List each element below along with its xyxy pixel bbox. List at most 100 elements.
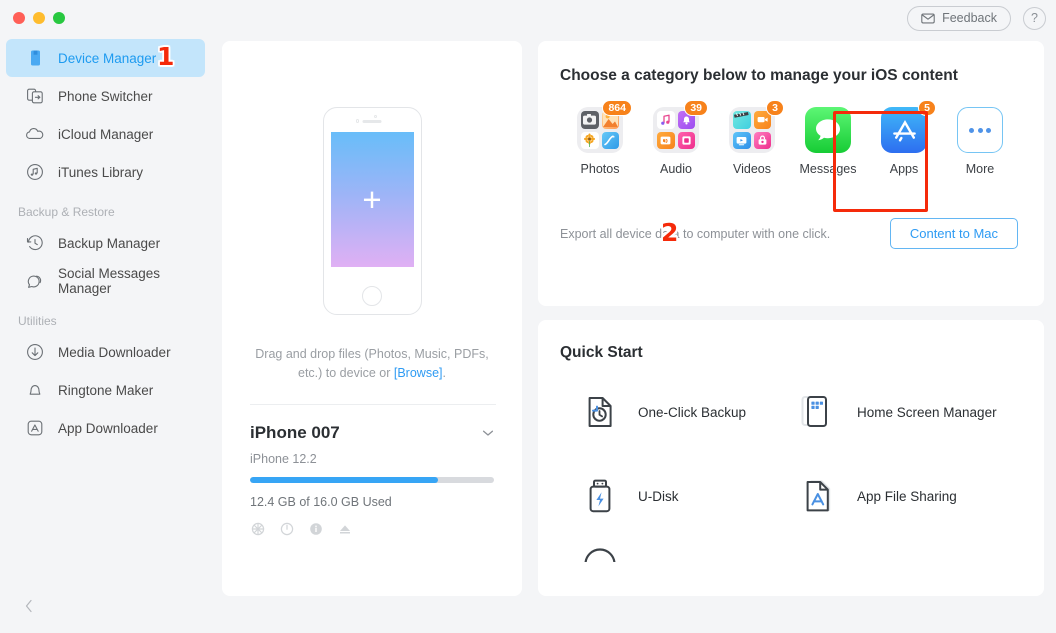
quick-start-one-click-backup[interactable]: One-Click Backup <box>580 392 799 432</box>
eject-icon[interactable] <box>337 522 352 537</box>
category-photos[interactable]: 864 Photos <box>562 100 638 176</box>
sidebar-item-icloud-manager[interactable]: iCloud Manager <box>6 115 205 153</box>
more-dots <box>957 107 1003 153</box>
category-label: Messages <box>799 162 857 176</box>
main-area: Feedback ? + Drag and drop files (Photos… <box>211 0 1056 633</box>
close-button[interactable] <box>13 12 25 24</box>
content-to-mac-button[interactable]: Content to Mac <box>889 218 1018 249</box>
home-button-icon <box>362 286 382 306</box>
quick-start-label: Home Screen Manager <box>857 404 997 420</box>
download-circle-icon <box>24 341 46 363</box>
music-note-tile <box>657 111 675 129</box>
sidebar-group-backup-restore: Backup & Restore <box>18 205 115 219</box>
zoom-button[interactable] <box>53 12 65 24</box>
refresh-icon[interactable] <box>250 522 265 537</box>
export-description: Export all device data to computer with … <box>560 226 831 241</box>
videos-badge: 3 <box>766 100 784 116</box>
sidebar-collapse-button[interactable] <box>24 598 34 619</box>
device-icon <box>24 47 46 69</box>
sidebar-item-label: Social Messages Manager <box>58 266 161 296</box>
power-icon[interactable] <box>279 522 294 537</box>
bell-icon <box>24 379 46 401</box>
phone-illustration[interactable]: + <box>222 41 522 315</box>
browse-link[interactable]: [Browse] <box>394 366 443 380</box>
storage-bar-fill <box>250 476 438 483</box>
category-label: Videos <box>733 162 771 176</box>
category-videos[interactable]: 3 Videos <box>714 100 790 176</box>
sidebar-item-label: Backup Manager <box>58 235 161 251</box>
category-messages[interactable]: Messages <box>790 107 866 176</box>
sidebar-item-label: Media Downloader <box>58 344 171 360</box>
audio-folder-icon: 39 <box>653 100 708 153</box>
info-icon[interactable] <box>308 522 323 537</box>
category-audio[interactable]: 39 Audio <box>638 100 714 176</box>
quick-start-section: Quick Start One-Click Backup Home Screen… <box>538 320 1044 596</box>
messages-bubble <box>805 107 851 153</box>
feedback-button[interactable]: Feedback <box>907 5 1011 31</box>
quick-start-home-screen-manager[interactable]: Home Screen Manager <box>799 392 1018 432</box>
app-store-square-icon <box>24 417 46 439</box>
sidebar-item-device-manager[interactable]: Device Manager <box>6 39 205 77</box>
category-label: More <box>965 162 995 176</box>
sidebar-item-backup-manager[interactable]: Backup Manager <box>6 224 205 262</box>
sidebar-item-phone-switcher[interactable]: Phone Switcher <box>6 77 205 115</box>
help-button[interactable]: ? <box>1023 6 1046 30</box>
photos-badge: 864 <box>602 100 632 116</box>
device-info: iPhone 007 iPhone 12.2 12.4 GB of 16.0 G… <box>222 405 522 537</box>
category-section-title: Choose a category below to manage your i… <box>560 67 958 84</box>
sidebar-item-app-downloader[interactable]: App Downloader <box>6 409 205 447</box>
device-action-icons <box>250 522 494 537</box>
sidebar-item-label: App Downloader <box>58 420 158 436</box>
one-click-backup-icon <box>580 392 620 432</box>
sidebar-item-media-downloader[interactable]: Media Downloader <box>6 333 205 371</box>
chevron-down-icon[interactable] <box>482 426 494 440</box>
device-name: iPhone 007 <box>250 422 340 442</box>
feedback-label: Feedback <box>942 11 997 25</box>
quick-start-partial-item[interactable] <box>560 544 1018 562</box>
tv-show-tile <box>733 131 751 149</box>
storage-bar <box>250 476 494 483</box>
drag-text-line2: etc.) to device or <box>298 366 394 381</box>
category-more[interactable]: More <box>942 107 1018 176</box>
sidebar-item-label: Phone Switcher <box>58 88 153 104</box>
audiobook-tile <box>657 131 675 149</box>
sidebar-item-ringtone-maker[interactable]: Ringtone Maker <box>6 371 205 409</box>
quick-start-app-file-sharing[interactable]: App File Sharing <box>799 476 1018 516</box>
movie-clapper-tile <box>733 111 751 129</box>
circular-progress-icon <box>584 548 616 562</box>
envelope-icon <box>921 13 935 23</box>
quick-start-label: U-Disk <box>638 488 679 504</box>
iphone-outline-icon: + <box>322 107 422 315</box>
quick-start-u-disk[interactable]: U-Disk <box>580 476 799 516</box>
sidebar-item-social-messages-manager[interactable]: Social Messages Manager <box>6 262 205 300</box>
private-video-tile <box>753 131 771 149</box>
drag-text-line1: Drag and drop files (Photos, Music, PDFs… <box>255 347 489 361</box>
quick-start-grid: One-Click Backup Home Screen Manager U-D… <box>560 392 1018 516</box>
messages-icon <box>805 107 851 153</box>
audio-badge: 39 <box>684 100 708 116</box>
sidebar-nav: Device Manager Phone Switcher iCloud Man… <box>0 36 211 447</box>
minimize-button[interactable] <box>33 12 45 24</box>
device-name-row[interactable]: iPhone 007 <box>250 423 494 443</box>
category-label: Apps <box>889 162 919 176</box>
usb-drive-icon <box>580 476 620 516</box>
annotation-marker-2: 2 <box>661 218 679 247</box>
window-traffic-lights <box>0 0 211 36</box>
speaker-grille <box>362 120 382 124</box>
question-mark-icon: ? <box>1031 11 1038 25</box>
sidebar-item-label: iTunes Library <box>58 164 144 180</box>
app-store-icon: 5 <box>881 100 936 153</box>
sunflower-photo-tile <box>581 131 599 149</box>
category-list: 864 Photos 39 Audio 3 Videos Messages 5 … <box>560 100 1018 176</box>
sidebar-item-itunes-library[interactable]: iTunes Library <box>6 153 205 191</box>
sidebar: Device Manager Phone Switcher iCloud Man… <box>0 0 211 633</box>
phone-screen: + <box>330 132 414 267</box>
apps-badge: 5 <box>918 100 936 116</box>
music-note-circle-icon <box>24 161 46 183</box>
plus-icon: + <box>362 181 382 218</box>
sidebar-item-label: Ringtone Maker <box>58 382 154 398</box>
chat-bubble-icon <box>24 270 46 292</box>
sidebar-item-label: Device Manager <box>58 50 157 66</box>
cloud-icon <box>24 123 46 145</box>
category-apps[interactable]: 5 Apps <box>866 100 942 176</box>
